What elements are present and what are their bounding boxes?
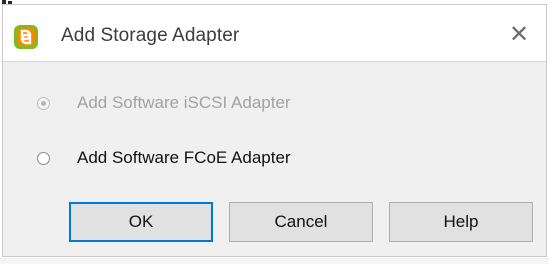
option-iscsi: Add Software iSCSI Adapter [37,92,291,114]
dialog-title: Add Storage Adapter [61,25,240,46]
fcoe-label[interactable]: Add Software FCoE Adapter [77,148,291,168]
fcoe-radio[interactable] [37,151,50,165]
dialog-body: Add Software iSCSI Adapter Add Software … [3,61,546,256]
add-storage-adapter-dialog: Add Storage Adapter ✕ Add Software iSCSI… [0,4,549,264]
close-icon: ✕ [508,20,530,48]
iscsi-label: Add Software iSCSI Adapter [77,93,291,112]
cancel-button[interactable]: Cancel [229,202,373,242]
ok-button[interactable]: OK [69,202,213,242]
title-bar[interactable]: Add Storage Adapter ✕ [3,5,546,61]
vsphere-logo-icon [13,24,39,50]
help-button[interactable]: Help [389,202,533,242]
close-button[interactable]: ✕ [502,19,536,49]
iscsi-radio [37,96,50,110]
option-fcoe[interactable]: Add Software FCoE Adapter [37,147,291,169]
